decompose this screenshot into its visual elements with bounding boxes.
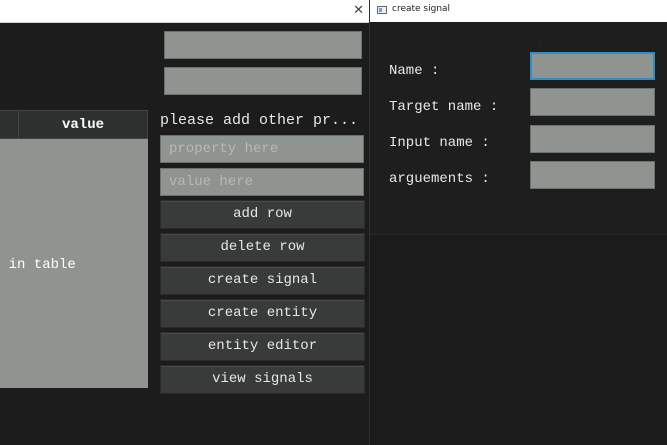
create-signal-button[interactable]: create signal [160, 266, 365, 295]
entity-table[interactable]: ent in table [0, 139, 148, 388]
arguments-label: arguements : [389, 171, 490, 187]
create-signal-dialog: create signal Name : Target name : Input… [370, 0, 667, 445]
entity-editor-button[interactable]: entity editor [160, 332, 365, 361]
delete-row-button[interactable]: delete row [160, 233, 365, 262]
dialog-title-bar: create signal [370, 0, 667, 23]
input-name-label: Input name : [389, 135, 490, 151]
name-label: Name : [389, 63, 440, 79]
property-input[interactable] [160, 135, 364, 163]
main-window: ✕ value ent in table please add other pr… [0, 0, 370, 445]
column-header-key[interactable] [0, 110, 19, 139]
top-field-2[interactable] [164, 67, 362, 95]
main-title-bar: ✕ [0, 0, 370, 23]
column-header-value[interactable]: value [18, 110, 148, 139]
create-entity-button[interactable]: create entity [160, 299, 365, 328]
dialog-title: create signal [392, 4, 451, 14]
target-name-label: Target name : [389, 99, 499, 115]
value-input[interactable] [160, 168, 364, 196]
dialog-form: Name : Target name : Input name : arguem… [370, 22, 667, 235]
view-signals-button[interactable]: view signals [160, 365, 365, 394]
name-field[interactable] [530, 52, 655, 80]
table-header: value [0, 110, 148, 139]
window-icon [377, 6, 387, 14]
arguments-field[interactable] [530, 161, 655, 189]
input-name-field[interactable] [530, 125, 655, 153]
close-icon[interactable]: ✕ [353, 2, 364, 20]
add-row-button[interactable]: add row [160, 200, 365, 229]
table-empty-message: ent in table [0, 257, 76, 273]
target-name-field[interactable] [530, 88, 655, 116]
properties-heading: please add other pr... [160, 112, 359, 129]
top-field-1[interactable] [164, 31, 362, 59]
text-cursor [539, 35, 540, 51]
